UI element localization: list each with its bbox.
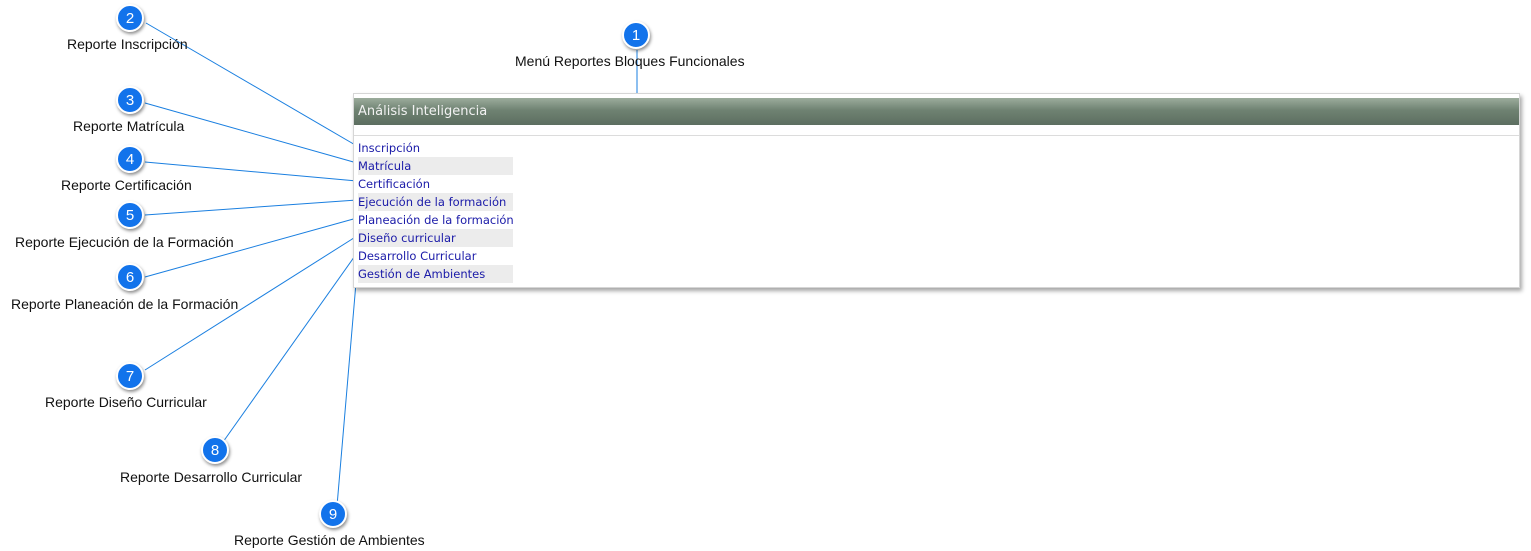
callout-label-8: Reporte Desarrollo Curricular (120, 469, 303, 485)
report-menu: Inscripción Matrícula Certificación Ejec… (358, 139, 513, 283)
connector-5 (144, 199, 358, 216)
panel-divider (354, 135, 1519, 136)
panel-header: Análisis Inteligencia (354, 98, 1519, 125)
callout-badge-1: 1 (622, 21, 650, 49)
menu-item-ejecucion[interactable]: Ejecución de la formación (358, 193, 513, 211)
callout-badge-6: 6 (116, 263, 144, 291)
callout-badge-3: 3 (116, 86, 144, 114)
callout-badge-2: 2 (116, 4, 144, 32)
callout-label-2: Reporte Inscripción (67, 36, 188, 52)
callout-label-9: Reporte Gestión de Ambientes (234, 532, 425, 548)
analysis-panel: Análisis Inteligencia Inscripción Matríc… (353, 93, 1520, 288)
callout-badge-4: 4 (116, 145, 144, 173)
menu-item-gestion[interactable]: Gestión de Ambientes (358, 265, 513, 283)
menu-item-inscripcion[interactable]: Inscripción (358, 139, 513, 157)
callout-label-4: Reporte Certificación (61, 177, 192, 193)
callout-badge-9: 9 (319, 500, 347, 528)
menu-item-certificacion[interactable]: Certificación (358, 175, 513, 193)
callout-badge-8: 8 (201, 436, 229, 464)
callout-badge-7: 7 (116, 362, 144, 390)
connector-9 (336, 270, 358, 507)
callout-label-6: Reporte Planeación de la Formación (11, 296, 239, 312)
callout-label-7: Reporte Diseño Curricular (45, 394, 207, 410)
connector-8 (222, 252, 358, 443)
menu-item-diseno[interactable]: Diseño curricular (358, 229, 513, 247)
menu-item-desarrollo[interactable]: Desarrollo Curricular (358, 247, 513, 265)
menu-item-planeacion[interactable]: Planeación de la formación (358, 211, 513, 229)
callout-label-5: Reporte Ejecución de la Formación (15, 234, 234, 250)
callout-badge-5: 5 (116, 201, 144, 229)
callout-label-3: Reporte Matrícula (73, 118, 185, 134)
callout-label-1: Menú Reportes Bloques Funcionales (515, 53, 745, 69)
menu-item-matricula[interactable]: Matrícula (358, 157, 513, 175)
